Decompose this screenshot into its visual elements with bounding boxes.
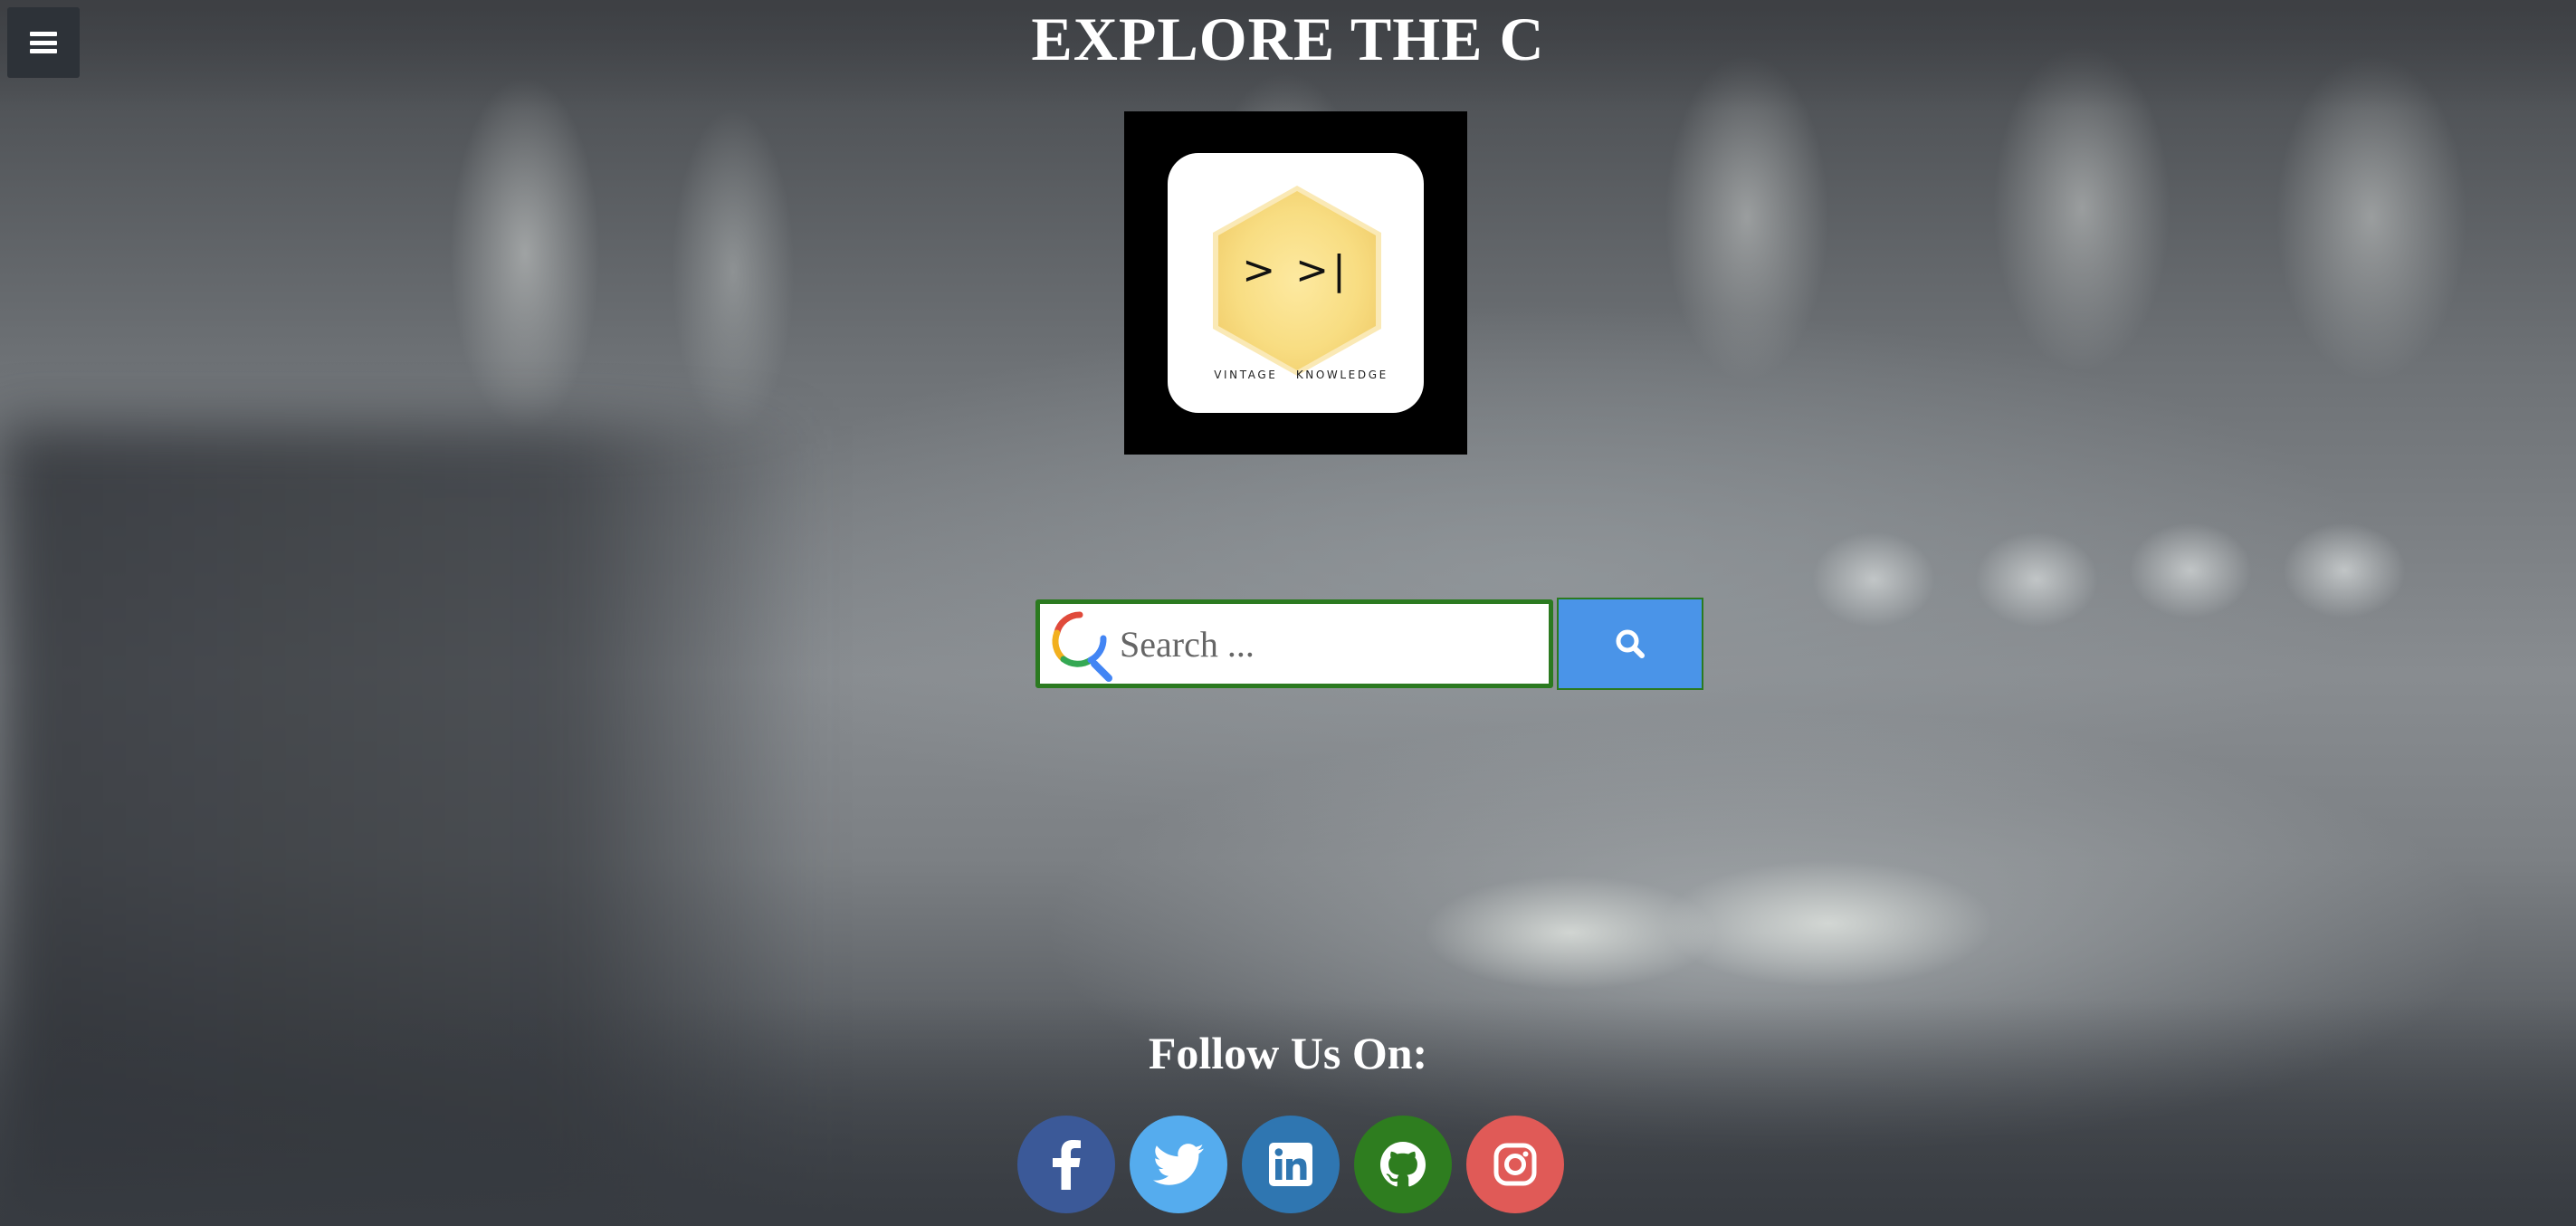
instagram-link[interactable] <box>1466 1116 1564 1213</box>
logo-prompt-text: > >| <box>1242 247 1350 293</box>
site-logo[interactable]: > >| VINTAGE KNOWLEDGE <box>1124 111 1467 455</box>
github-icon <box>1380 1142 1426 1187</box>
page-title: EXPLORE THE C <box>1031 5 1545 73</box>
search-box[interactable] <box>1035 599 1553 688</box>
linkedin-icon <box>1269 1143 1312 1186</box>
linkedin-link[interactable] <box>1242 1116 1340 1213</box>
facebook-link[interactable] <box>1017 1116 1115 1213</box>
instagram-icon <box>1493 1143 1537 1186</box>
logo-card: > >| VINTAGE KNOWLEDGE <box>1168 153 1424 413</box>
follow-us-heading: Follow Us On: <box>1148 1028 1428 1078</box>
search-bar <box>1035 598 1703 690</box>
twitter-icon <box>1153 1144 1204 1185</box>
search-input[interactable] <box>1120 604 1545 684</box>
logo-tagline: VINTAGE KNOWLEDGE <box>1214 369 1388 381</box>
search-icon <box>1616 629 1645 658</box>
github-link[interactable] <box>1354 1116 1452 1213</box>
search-button[interactable] <box>1557 598 1703 690</box>
twitter-link[interactable] <box>1130 1116 1227 1213</box>
colorful-search-icon <box>1052 611 1112 682</box>
facebook-icon <box>1053 1140 1081 1190</box>
social-links <box>1017 1116 1566 1215</box>
